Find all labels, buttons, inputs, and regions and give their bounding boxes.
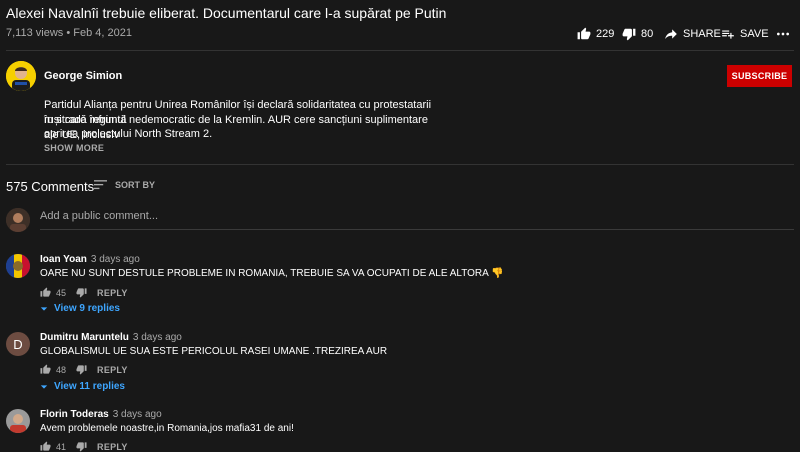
thumbs-up-icon[interactable] bbox=[40, 441, 51, 452]
comment-author-name[interactable]: Florin Toderas bbox=[40, 409, 109, 420]
chevron-down-icon bbox=[40, 384, 48, 389]
add-comment-underline bbox=[40, 229, 794, 230]
more-horiz-icon bbox=[777, 32, 789, 36]
comment-like-count: 48 bbox=[56, 364, 67, 375]
thumbs-up-icon bbox=[577, 27, 591, 40]
sort-icon bbox=[94, 180, 107, 190]
share-label: SHARE bbox=[683, 28, 721, 40]
comment-avatar[interactable] bbox=[6, 409, 30, 433]
like-count: 229 bbox=[596, 28, 615, 40]
comment-like-count: 45 bbox=[56, 287, 67, 298]
description-divider bbox=[6, 164, 794, 165]
share-button[interactable]: SHARE bbox=[664, 25, 721, 43]
reply-button[interactable]: REPLY bbox=[97, 288, 128, 298]
comment-actions: 48 REPLY bbox=[40, 364, 128, 375]
channel-avatar-image bbox=[6, 61, 36, 91]
more-actions-button[interactable] bbox=[775, 25, 791, 43]
show-more-button[interactable]: SHOW MORE bbox=[44, 143, 104, 153]
comment-author[interactable]: Dumitru Maruntelu 3 days ago bbox=[40, 332, 182, 343]
view-replies-button[interactable]: View 9 replies bbox=[40, 303, 120, 314]
dislike-button[interactable]: 80 bbox=[622, 25, 653, 43]
add-comment-input[interactable]: Add a public comment... bbox=[40, 210, 158, 222]
playlist-add-icon bbox=[722, 30, 734, 39]
sort-label: SORT BY bbox=[115, 179, 156, 190]
comment-actions: 41 REPLY bbox=[40, 441, 128, 452]
comment-avatar-image bbox=[6, 254, 30, 278]
thumbs-down-icon bbox=[622, 28, 636, 41]
reply-button[interactable]: REPLY bbox=[97, 442, 128, 452]
video-title: Alexei Navalnîi trebuie eliberat. Docume… bbox=[6, 5, 447, 21]
channel-avatar[interactable] bbox=[6, 61, 36, 91]
channel-name[interactable]: George Simion bbox=[44, 70, 122, 82]
thumbs-up-icon[interactable] bbox=[40, 287, 51, 298]
thumbs-down-icon[interactable] bbox=[76, 441, 87, 452]
comment-timestamp[interactable]: 3 days ago bbox=[91, 254, 140, 265]
comment-like-count: 41 bbox=[56, 441, 67, 452]
description-line-3: oprirea proiectului North Stream 2. bbox=[44, 128, 213, 140]
comment-avatar[interactable]: D bbox=[6, 332, 30, 356]
save-label: SAVE bbox=[740, 28, 769, 40]
comment-author[interactable]: Ioan Yoan 3 days ago bbox=[40, 254, 140, 265]
dislike-count: 80 bbox=[641, 28, 654, 40]
chevron-down-icon bbox=[40, 306, 48, 311]
sort-by-button[interactable]: SORT BY bbox=[94, 179, 155, 190]
view-replies-label: View 9 replies bbox=[54, 303, 120, 314]
thumbs-down-icon[interactable] bbox=[76, 287, 87, 298]
comment-text: GLOBALISMUL UE SUA ESTE PERICOLUL RASEI … bbox=[40, 346, 388, 357]
share-icon bbox=[665, 29, 677, 39]
user-avatar bbox=[6, 208, 30, 232]
like-button[interactable]: 229 bbox=[577, 25, 614, 43]
save-button[interactable]: SAVE bbox=[721, 25, 769, 43]
view-replies-button[interactable]: View 11 replies bbox=[40, 381, 125, 392]
comment-timestamp[interactable]: 3 days ago bbox=[113, 409, 162, 420]
view-replies-label: View 11 replies bbox=[54, 381, 125, 392]
reply-button[interactable]: REPLY bbox=[97, 365, 128, 375]
comment-count: 575 Comments bbox=[6, 179, 95, 194]
video-meta: 7,113 views • Feb 4, 2021 bbox=[6, 27, 132, 39]
comment-actions: 45 REPLY bbox=[40, 287, 128, 298]
comment-author[interactable]: Florin Toderas 3 days ago bbox=[40, 409, 162, 420]
comment-timestamp[interactable]: 3 days ago bbox=[133, 332, 182, 343]
thumbs-down-icon[interactable] bbox=[76, 364, 87, 375]
user-avatar-image bbox=[6, 208, 30, 232]
comment-author-name[interactable]: Dumitru Maruntelu bbox=[40, 332, 129, 343]
comment-author-name[interactable]: Ioan Yoan bbox=[40, 254, 87, 265]
comment-avatar-image bbox=[6, 409, 30, 433]
header-divider bbox=[6, 50, 794, 51]
comment-text: Avem problemele noastre,in Romania,jos m… bbox=[40, 423, 294, 434]
thumbs-up-icon[interactable] bbox=[40, 364, 51, 375]
subscribe-button[interactable]: SUBSCRIBE bbox=[727, 65, 792, 87]
comment-avatar[interactable] bbox=[6, 254, 30, 278]
comment-text: OARE NU SUNT DESTULE PROBLEME IN ROMANIA… bbox=[40, 268, 504, 279]
